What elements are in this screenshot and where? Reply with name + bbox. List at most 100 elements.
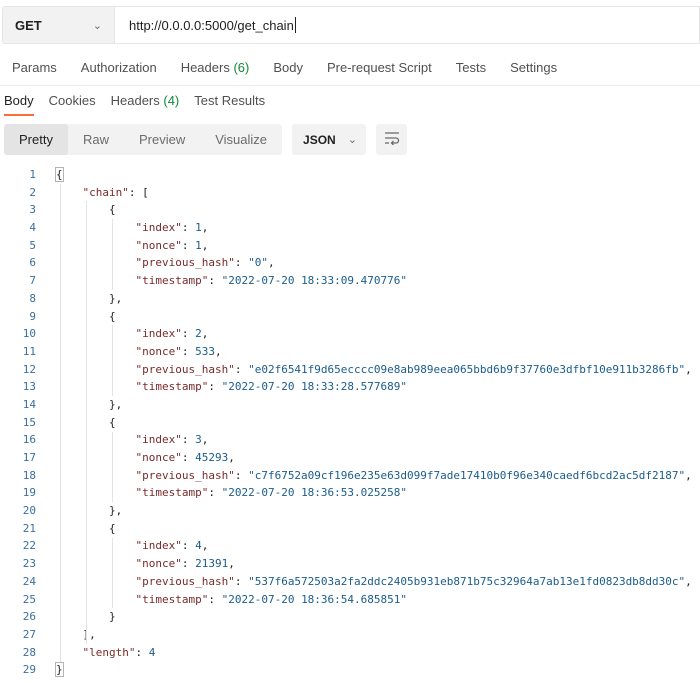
tab-headers[interactable]: Headers (6) xyxy=(181,60,250,75)
json-key: "nonce" xyxy=(135,451,182,464)
json-punctuation: } xyxy=(55,662,64,678)
tab-count-badge: (4) xyxy=(163,93,180,108)
response-tab-headers[interactable]: Headers (4) xyxy=(111,93,180,116)
line-number: 26 xyxy=(22,610,36,624)
tab-label: Pre-request Script xyxy=(326,60,432,75)
tab-authorization[interactable]: Authorization xyxy=(81,60,157,75)
code-line: 7 "timestamp": "2022-07-20 18:33:09.4707… xyxy=(0,272,700,290)
json-punctuation xyxy=(56,221,135,234)
json-punctuation: : xyxy=(181,557,196,571)
tab-label: Cookies xyxy=(48,93,96,108)
line-number: 19 xyxy=(22,486,36,500)
json-punctuation xyxy=(56,575,135,588)
json-number-value: 1 xyxy=(195,221,202,235)
json-punctuation: : xyxy=(234,468,249,482)
response-tab-cookies[interactable]: Cookies xyxy=(49,93,96,116)
json-punctuation: , xyxy=(685,574,692,588)
line-content: "timestamp": "2022-07-20 18:36:53.025258… xyxy=(56,484,407,502)
view-mode-pretty[interactable]: Pretty xyxy=(4,124,68,155)
json-punctuation: : xyxy=(208,380,222,394)
line-number: 15 xyxy=(22,415,36,429)
json-punctuation xyxy=(56,557,135,570)
indent-guide xyxy=(86,201,87,644)
line-number: 16 xyxy=(22,433,36,447)
json-punctuation xyxy=(56,451,135,464)
json-key: "length" xyxy=(82,645,136,659)
view-mode-raw[interactable]: Raw xyxy=(68,124,124,155)
view-mode-preview[interactable]: Preview xyxy=(124,124,200,155)
indent-guide xyxy=(112,431,113,503)
json-key: "previous_hash" xyxy=(135,362,235,376)
tab-label: Body xyxy=(273,60,303,75)
code-line: 19 "timestamp": "2022-07-20 18:36:53.025… xyxy=(0,484,700,502)
tab-label: Headers xyxy=(180,60,230,75)
json-string-value: "2022-07-20 18:33:28.577689" xyxy=(221,380,408,394)
json-string-value: "537f6a572503a2fa2ddc2405b931eb871b75c32… xyxy=(248,574,686,588)
method-select[interactable]: GET ⌄ xyxy=(2,6,114,44)
code-line: 8 }, xyxy=(0,290,700,308)
line-number: 13 xyxy=(22,380,36,394)
tab-label: Headers xyxy=(110,93,160,108)
tab-params[interactable]: Params xyxy=(12,60,57,75)
json-punctuation: : xyxy=(181,344,196,358)
json-punctuation: : xyxy=(181,451,196,464)
line-number: 23 xyxy=(22,557,36,571)
tab-pre-request-script[interactable]: Pre-request Script xyxy=(327,60,432,75)
code-line: 6 "previous_hash": "0", xyxy=(0,254,700,272)
code-line: 22 "index": 4, xyxy=(0,537,700,555)
line-number: 25 xyxy=(22,592,36,606)
code-line: 15 { xyxy=(0,414,700,432)
response-body-editor[interactable]: 1{2 "chain": [3 {4 "index": 1, 5 "nonce":… xyxy=(0,166,700,679)
line-number: 3 xyxy=(29,203,36,217)
json-punctuation: }, xyxy=(56,397,123,411)
indent-guide xyxy=(112,219,113,290)
line-number: 21 xyxy=(22,521,36,535)
json-punctuation: , xyxy=(201,433,209,447)
json-key: "index" xyxy=(135,221,182,235)
line-content: "nonce": 533, xyxy=(56,343,221,361)
line-number: 20 xyxy=(22,504,36,518)
json-punctuation: , xyxy=(685,362,692,376)
response-tab-test-results[interactable]: Test Results xyxy=(194,93,265,116)
wrap-lines-button[interactable] xyxy=(376,124,408,155)
json-punctuation xyxy=(56,327,135,340)
line-content: "previous_hash": "c7f6752a09cf196e235e63… xyxy=(56,467,692,485)
json-punctuation: : xyxy=(234,362,249,376)
line-number: 22 xyxy=(22,539,36,553)
text-cursor xyxy=(294,17,296,33)
line-content: "index": 2, xyxy=(56,325,208,343)
json-punctuation: : xyxy=(208,592,222,606)
json-key: "previous_hash" xyxy=(135,468,235,482)
json-punctuation xyxy=(56,433,135,446)
json-punctuation: : xyxy=(135,645,149,659)
request-tabs: Params Authorization Headers (6) Body Pre-re… xyxy=(12,60,581,75)
json-punctuation: , xyxy=(685,468,692,482)
tab-tests[interactable]: Tests xyxy=(456,60,486,75)
json-key: "timestamp" xyxy=(135,380,209,394)
response-tab-body[interactable]: Body xyxy=(4,93,34,116)
format-select[interactable]: JSON ⌄ xyxy=(292,124,367,155)
json-punctuation: , xyxy=(267,256,275,270)
line-number: 6 xyxy=(29,256,36,270)
line-content: "timestamp": "2022-07-20 18:33:28.577689… xyxy=(56,378,407,396)
tab-settings[interactable]: Settings xyxy=(510,60,557,75)
json-punctuation: : xyxy=(181,327,196,341)
code-line: 11 "nonce": 533, xyxy=(0,343,700,361)
code-line: 18 "previous_hash": "c7f6752a09cf196e235… xyxy=(0,467,700,485)
line-content: "timestamp": "2022-07-20 18:33:09.470776… xyxy=(56,272,407,290)
json-punctuation: : xyxy=(234,256,249,270)
line-content: "nonce": 21391, xyxy=(56,555,234,573)
code-line: 21 { xyxy=(0,520,700,538)
tab-label: Settings xyxy=(510,60,558,75)
tab-body[interactable]: Body xyxy=(273,60,303,75)
json-key: "index" xyxy=(135,433,182,447)
line-content: "nonce": 45293, xyxy=(56,449,234,467)
json-key: "nonce" xyxy=(135,238,182,252)
json-key: "previous_hash" xyxy=(135,256,235,270)
url-input[interactable]: http://0.0.0.0:5000/get_chain xyxy=(114,6,700,44)
view-mode-visualize[interactable]: Visualize xyxy=(200,124,282,155)
line-content: } xyxy=(55,661,64,679)
json-punctuation xyxy=(56,274,135,287)
code-line: 5 "nonce": 1, xyxy=(0,237,700,255)
json-key: "index" xyxy=(135,539,182,553)
